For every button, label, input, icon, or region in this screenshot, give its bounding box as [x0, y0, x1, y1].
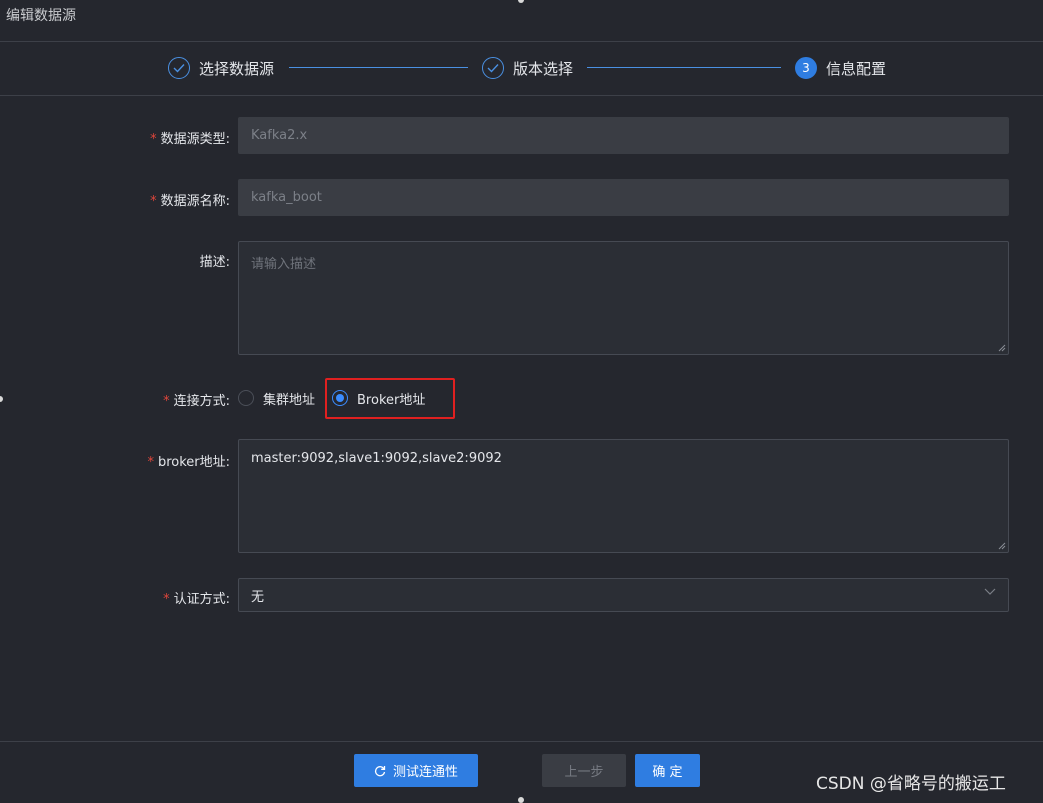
auth-method-label: * 认证方式: — [163, 592, 230, 607]
step-label: 版本选择 — [513, 59, 574, 78]
annotation-highlight-box — [325, 378, 455, 419]
dialog-header: 编辑数据源 — [0, 0, 1043, 42]
step-connector — [289, 67, 468, 68]
step-label: 选择数据源 — [199, 59, 275, 78]
step-version-select: 版本选择 — [482, 55, 573, 81]
datasource-name-field: kafka_boot — [238, 179, 1009, 216]
description-textarea[interactable]: 请输入描述 — [238, 241, 1009, 355]
broker-address-label: * broker地址: — [147, 455, 230, 470]
check-icon — [168, 57, 190, 79]
radio-cluster-address[interactable]: 集群地址 — [238, 389, 315, 408]
step-connector — [587, 67, 781, 68]
resize-handle-left[interactable] — [0, 396, 3, 402]
description-label: 描述: — [199, 255, 230, 270]
resize-grip-icon[interactable] — [998, 344, 1006, 352]
broker-address-textarea[interactable]: master:9092,slave1:9092,slave2:9092 — [238, 439, 1009, 553]
datasource-type-field: Kafka2.x — [238, 117, 1009, 154]
test-connection-button[interactable]: 测试连通性 — [354, 754, 478, 787]
resize-grip-icon[interactable] — [998, 542, 1006, 550]
step-info-config: 3 信息配置 — [795, 55, 886, 81]
watermark-text: CSDN @省略号的搬运工 — [816, 774, 1006, 794]
auth-method-select[interactable]: 无 — [238, 578, 1009, 612]
connection-method-label: * 连接方式: — [163, 394, 230, 409]
dialog-title: 编辑数据源 — [6, 8, 76, 24]
check-icon — [482, 57, 504, 79]
refresh-icon — [374, 765, 386, 776]
radio-unchecked-icon[interactable] — [238, 390, 254, 406]
prev-step-button[interactable]: 上一步 — [542, 754, 626, 787]
datasource-name-label: * 数据源名称: — [150, 194, 230, 209]
step-number: 3 — [795, 57, 817, 79]
step-label: 信息配置 — [826, 59, 887, 78]
datasource-type-label: * 数据源类型: — [150, 132, 230, 147]
chevron-down-icon — [984, 588, 996, 595]
step-select-datasource: 选择数据源 — [168, 55, 274, 81]
confirm-button[interactable]: 确 定 — [635, 754, 700, 787]
